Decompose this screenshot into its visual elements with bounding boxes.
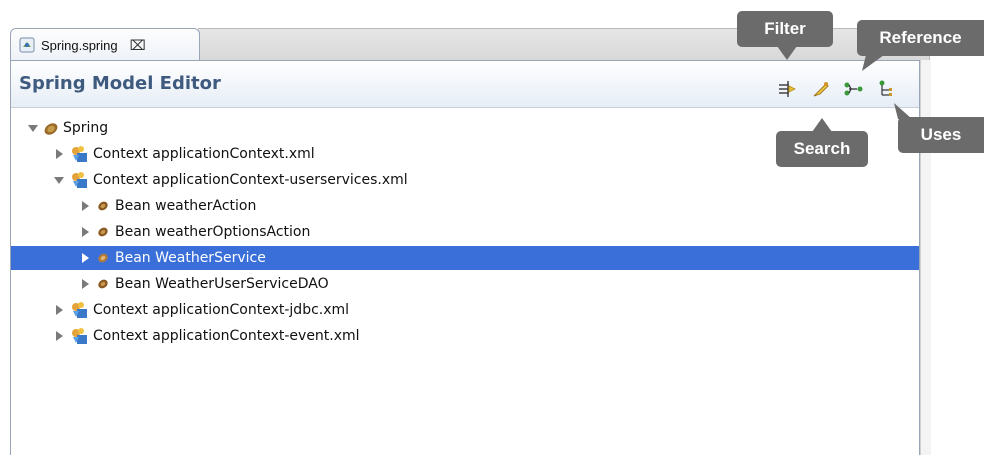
page-title: Spring Model Editor (19, 73, 221, 94)
uses-callout: Uses (898, 117, 984, 153)
uses-button[interactable] (877, 79, 897, 99)
filter-callout: Filter (737, 11, 833, 47)
tree-item-bean[interactable]: Bean WeatherUserServiceDAO (11, 272, 919, 296)
tree-item-context[interactable]: Context applicationContext-jdbc.xml (11, 298, 919, 322)
collapsed-arrow-icon[interactable] (53, 304, 65, 316)
tree-item-label: Bean weatherOptionsAction (115, 224, 311, 240)
collapsed-arrow-icon[interactable] (79, 252, 91, 264)
tree-item-label: Bean weatherAction (115, 198, 257, 214)
close-icon[interactable]: ⌧ (130, 37, 146, 54)
context-icon (72, 172, 87, 188)
search-button[interactable] (811, 79, 831, 99)
bean-icon (98, 201, 108, 211)
tree-item-context[interactable]: Context applicationContext-userservices.… (11, 168, 919, 192)
tree-item-bean[interactable]: Bean weatherAction (11, 194, 919, 218)
tab-label: Spring.spring (41, 37, 118, 53)
bean-icon (98, 227, 108, 237)
expanded-arrow-icon[interactable] (53, 174, 65, 186)
context-icon (72, 302, 87, 318)
editor-header: Spring Model Editor (11, 61, 919, 108)
context-icon (72, 328, 87, 344)
expanded-arrow-icon[interactable] (27, 122, 39, 134)
search-callout: Search (776, 131, 868, 167)
bean-icon (98, 253, 108, 263)
bean-icon (98, 279, 108, 289)
uses-callout-arrow (894, 103, 912, 119)
collapsed-arrow-icon[interactable] (79, 226, 91, 238)
tree-item-bean-selected[interactable]: Bean WeatherService (11, 246, 919, 270)
reference-button[interactable] (843, 79, 863, 99)
spring-file-icon (19, 37, 35, 53)
tab-spring-file[interactable]: Spring.spring ⌧ (10, 28, 200, 61)
tree-item-label: Context applicationContext-userservices.… (93, 172, 408, 188)
tree-item-label: Spring (63, 120, 109, 136)
tree-item-label: Bean WeatherService (115, 250, 266, 266)
search-icon (813, 82, 829, 97)
collapsed-arrow-icon[interactable] (79, 278, 91, 290)
reference-icon (844, 82, 863, 96)
spring-icon (44, 123, 58, 135)
tree-item-label: Context applicationContext.xml (93, 146, 315, 162)
uses-icon (879, 80, 892, 96)
search-callout-arrow (812, 118, 832, 132)
tree-item-bean[interactable]: Bean weatherOptionsAction (11, 220, 919, 244)
spring-model-editor: Spring Model Editor Spring Context appli… (10, 60, 920, 455)
context-icon (72, 146, 87, 162)
reference-callout-arrow (862, 55, 884, 71)
tree-item-label: Context applicationContext-event.xml (93, 328, 360, 344)
filter-icon (779, 81, 796, 97)
collapsed-arrow-icon[interactable] (53, 148, 65, 160)
reference-callout: Reference (857, 20, 984, 56)
collapsed-arrow-icon[interactable] (79, 200, 91, 212)
tree-item-label: Context applicationContext-jdbc.xml (93, 302, 350, 318)
tree-item-context[interactable]: Context applicationContext-event.xml (11, 324, 919, 348)
filter-callout-arrow (777, 46, 797, 60)
collapsed-arrow-icon[interactable] (53, 330, 65, 342)
filter-button[interactable] (777, 79, 797, 99)
tree-item-label: Bean WeatherUserServiceDAO (115, 276, 329, 292)
